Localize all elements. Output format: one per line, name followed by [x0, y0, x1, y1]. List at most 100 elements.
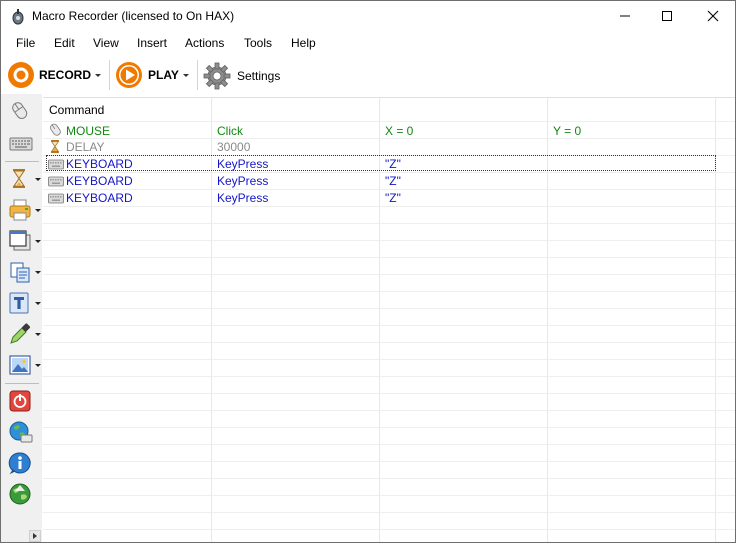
- globe-icon: [9, 483, 31, 505]
- cell-command: MOUSE: [66, 124, 111, 138]
- palette-divider: [5, 383, 39, 384]
- printer-icon: [9, 199, 31, 221]
- keyboard-icon: [48, 176, 64, 187]
- eyedropper-icon: [10, 323, 30, 344]
- menu-actions[interactable]: Actions: [185, 36, 224, 50]
- cell-param-1: "Z": [385, 191, 401, 205]
- cell-command: KEYBOARD: [66, 157, 133, 171]
- play-dropdown-arrow[interactable]: [181, 70, 191, 80]
- play-label: PLAY: [148, 68, 179, 82]
- row-divider: [43, 495, 735, 496]
- row-divider: [43, 206, 735, 207]
- record-button[interactable]: RECORD: [5, 58, 107, 92]
- command-grid[interactable]: Command MOUSE Click X = 0 Y = 0 DELAY 30…: [43, 97, 735, 542]
- menu-edit[interactable]: Edit: [54, 36, 75, 50]
- insert-print-button[interactable]: [5, 195, 41, 225]
- play-button[interactable]: PLAY: [113, 58, 191, 92]
- column-header-command[interactable]: Command: [43, 98, 211, 121]
- menu-tools[interactable]: Tools: [244, 36, 272, 50]
- cell-param-1: "Z": [385, 157, 401, 171]
- insert-delay-button[interactable]: [5, 164, 41, 194]
- row-divider: [43, 308, 735, 309]
- column-header-2[interactable]: [211, 98, 379, 121]
- title-bar: Macro Recorder (licensed to On HAX): [1, 1, 735, 32]
- app-logo-icon: [12, 9, 24, 25]
- menu-view[interactable]: View: [93, 36, 119, 50]
- column-header-4[interactable]: [547, 98, 715, 121]
- cell-action: Click: [217, 124, 243, 138]
- cell-action: 30000: [217, 140, 251, 154]
- window-title: Macro Recorder (licensed to On HAX): [32, 9, 235, 23]
- table-row[interactable]: KEYBOARD KeyPress "Z": [43, 190, 735, 206]
- gear-icon: [203, 62, 231, 90]
- toolbar: RECORD PLAY Settings: [1, 56, 735, 94]
- web-icon: [9, 421, 33, 443]
- cell-param-2: Y = 0: [553, 124, 582, 138]
- insert-image-button[interactable]: [5, 350, 41, 380]
- row-divider: [43, 529, 735, 530]
- insert-clipboard-button[interactable]: [5, 257, 41, 287]
- row-divider: [43, 325, 735, 326]
- mouse-icon: [50, 123, 61, 136]
- hourglass-icon: [13, 169, 25, 188]
- menu-bar: File Edit View Insert Actions Tools Help: [1, 32, 735, 55]
- info-icon: [8, 452, 31, 475]
- insert-open-url-button[interactable]: [5, 479, 39, 509]
- cell-action: KeyPress: [217, 174, 269, 188]
- keyboard-icon: [48, 159, 64, 170]
- text-icon: [9, 292, 29, 314]
- row-divider: [43, 410, 735, 411]
- column-header-3[interactable]: [379, 98, 547, 121]
- row-divider: [43, 257, 735, 258]
- maximize-button[interactable]: [644, 1, 690, 31]
- toolbar-separator: [109, 60, 110, 90]
- row-divider: [43, 376, 735, 377]
- settings-button[interactable]: Settings: [201, 58, 285, 92]
- insert-text-button[interactable]: [5, 288, 41, 318]
- insert-keyboard-button[interactable]: [5, 128, 39, 158]
- record-icon: [8, 62, 34, 88]
- cell-param-1: "Z": [385, 174, 401, 188]
- insert-web-button[interactable]: [5, 417, 39, 447]
- cell-command: KEYBOARD: [66, 174, 133, 188]
- window-icon: [9, 230, 31, 251]
- row-divider: [43, 512, 735, 513]
- command-palette: [1, 94, 42, 542]
- insert-mouse-button[interactable]: [5, 96, 39, 126]
- palette-divider: [5, 161, 39, 162]
- cell-command: KEYBOARD: [66, 191, 133, 205]
- row-divider: [43, 359, 735, 360]
- settings-label: Settings: [237, 69, 281, 83]
- table-row[interactable]: KEYBOARD KeyPress "Z": [43, 156, 735, 172]
- table-row[interactable]: DELAY 30000: [43, 139, 735, 155]
- close-button[interactable]: [690, 1, 735, 31]
- table-row[interactable]: KEYBOARD KeyPress "Z": [43, 173, 735, 189]
- menu-file[interactable]: File: [16, 36, 35, 50]
- play-icon: [116, 62, 142, 88]
- row-divider: [43, 291, 735, 292]
- cell-param-1: X = 0: [385, 124, 414, 138]
- row-divider: [43, 274, 735, 275]
- cell-action: KeyPress: [217, 157, 269, 171]
- minimize-icon: [620, 15, 630, 17]
- insert-pixel-button[interactable]: [5, 319, 41, 349]
- palette-scroll-right-button[interactable]: [29, 530, 41, 542]
- keyboard-icon: [48, 193, 64, 204]
- row-divider: [43, 427, 735, 428]
- menu-help[interactable]: Help: [291, 36, 316, 50]
- stop-icon: [9, 390, 31, 412]
- app-window: Macro Recorder (licensed to On HAX) File…: [0, 0, 736, 543]
- cell-action: KeyPress: [217, 191, 269, 205]
- insert-stop-button[interactable]: [5, 386, 39, 416]
- table-row[interactable]: MOUSE Click X = 0 Y = 0: [43, 122, 735, 139]
- hourglass-icon: [50, 140, 60, 153]
- minimize-button[interactable]: [602, 1, 648, 31]
- record-dropdown-arrow[interactable]: [93, 70, 103, 80]
- toolbar-separator: [197, 60, 198, 90]
- insert-message-button[interactable]: [5, 448, 39, 478]
- maximize-icon: [662, 11, 672, 21]
- menu-insert[interactable]: Insert: [137, 36, 167, 50]
- keyboard-icon: [9, 137, 33, 151]
- row-divider: [43, 393, 735, 394]
- insert-window-button[interactable]: [5, 226, 41, 256]
